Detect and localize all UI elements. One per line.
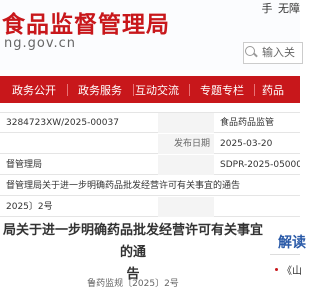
site-title[interactable]: 食品监督管理局 bbox=[2, 5, 170, 39]
search-icon[interactable] bbox=[245, 46, 255, 56]
nav-item-services[interactable]: 政务服务 bbox=[78, 82, 122, 98]
bullet-icon bbox=[275, 268, 278, 271]
info-row: 督管理局关于进一步明确药品批发经营许可有关事宜的通告 bbox=[0, 176, 300, 196]
publisher-blank bbox=[0, 134, 158, 154]
nav-divider bbox=[189, 84, 190, 96]
document-number: 2025〕2号 bbox=[6, 202, 53, 212]
article-title-line: 局关于进一步明确药品批发经营许可有关事宜的通 bbox=[2, 223, 263, 260]
document-name: 督管理局关于进一步明确药品批发经营许可有关事宜的通告 bbox=[6, 181, 241, 191]
publish-date-value: 2025-03-20 bbox=[220, 139, 273, 149]
status-label bbox=[158, 197, 214, 217]
interpretation-link[interactable]: 《山 bbox=[282, 262, 302, 277]
nav-item-drugs[interactable]: 药品 bbox=[262, 82, 284, 98]
site-header: 食品监督管理局 ng.gov.cn 手 无障 输入关 bbox=[0, 0, 303, 70]
issuing-agency: 督管理局 bbox=[6, 160, 43, 170]
category-label bbox=[158, 113, 214, 133]
publish-date-label: 发布日期 bbox=[158, 134, 214, 154]
interpretation-panel: 解读 《山 bbox=[270, 232, 306, 300]
info-row: 发布日期 2025-03-20 bbox=[0, 134, 300, 154]
info-row: 2025〕2号 bbox=[0, 197, 300, 217]
interpretation-title: 解读 bbox=[278, 235, 306, 251]
nav-item-topics[interactable]: 专题专栏 bbox=[200, 82, 244, 98]
info-row: 督管理局 SDPR-2025-0500002 bbox=[0, 155, 300, 175]
nav-divider bbox=[254, 84, 255, 96]
nav-item-interaction[interactable]: 互动交流 bbox=[135, 82, 179, 98]
doc-code-label bbox=[158, 155, 214, 175]
top-tools: 手 无障 bbox=[260, 0, 301, 16]
accessibility-link[interactable]: 无障 bbox=[278, 2, 300, 15]
doc-code-value: SDPR-2025-0500002 bbox=[220, 160, 300, 170]
index-number: 3284723XW/2025-00037 bbox=[6, 118, 119, 128]
site-domain: ng.gov.cn bbox=[4, 36, 77, 51]
category-value: 食品药品监管 bbox=[220, 118, 275, 128]
divider bbox=[270, 254, 300, 255]
mobile-version-link[interactable]: 手 bbox=[262, 2, 273, 15]
main-nav: 政务公开 政务服务 互动交流 专题专栏 药品 bbox=[0, 76, 300, 103]
nav-item-government-affairs[interactable]: 政务公开 bbox=[12, 82, 56, 98]
search-placeholder: 输入关 bbox=[262, 46, 295, 59]
document-info-table: 3284723XW/2025-00037 食品药品监管 发布日期 2025-03… bbox=[0, 112, 300, 217]
info-row: 3284723XW/2025-00037 食品药品监管 bbox=[0, 113, 300, 133]
status-value bbox=[214, 197, 300, 217]
article-doc-number: 鲁药监规〔2025〕2号 bbox=[87, 279, 179, 289]
nav-divider bbox=[67, 84, 68, 96]
nav-divider bbox=[133, 84, 134, 96]
